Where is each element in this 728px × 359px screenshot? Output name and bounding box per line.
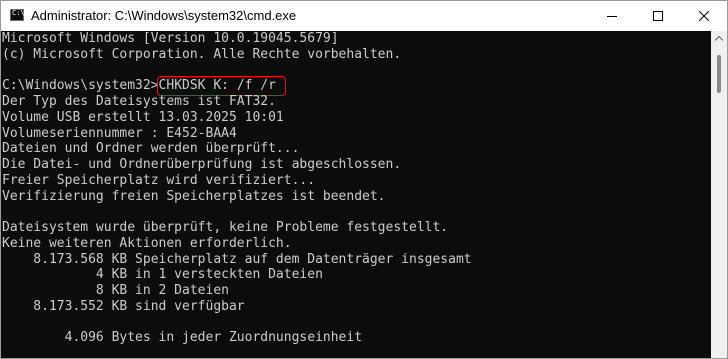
console-line: Dateisystem wurde überprüft, keine Probl… [2,220,449,235]
title-bar[interactable]: C:\ Administrator: C:\Windows\system32\c… [1,1,727,31]
scroll-thumb[interactable] [717,55,721,93]
cmd-icon[interactable]: C:\ [10,9,25,21]
maximize-button[interactable] [635,1,681,31]
highlighted-command: CHKDSK K: /f /r [156,76,286,96]
console-line: 4 KB in 1 versteckten Dateien [2,267,323,283]
console-line: Dateien und Ordner werden überprüft... [2,141,300,157]
console-line: Verifizierung freien Speicherplatzes ist… [2,188,386,204]
close-icon [699,11,709,21]
prompt-text: C:\Windows\system32> [2,78,159,94]
console-line: Volume USB erstellt 13.03.2025 10:01 [2,109,284,125]
command-line: C:\Windows\system32>CHKDSK K: /f /r [2,76,711,96]
window-title: Administrator: C:\Windows\system32\cmd.e… [31,8,297,23]
cmd-window: C:\ Administrator: C:\Windows\system32\c… [0,0,728,359]
console-line: Der Typ des Dateisystems ist FAT32. [2,94,276,109]
minimize-button[interactable] [589,1,635,31]
console-line: 8 KB in 2 Dateien [2,283,229,298]
chevron-up-icon [715,36,723,41]
console-line: Volumeseriennummer : E452-BAA4 [2,125,237,141]
console-line: 8.173.568 KB Speicherplatz auf dem Daten… [2,251,472,267]
console-line: Keine weiteren Aktionen erforderlich. [2,235,292,251]
console-output[interactable]: Microsoft Windows [Version 10.0.19045.56… [1,31,711,358]
vertical-scrollbar[interactable] [711,31,727,358]
minimize-icon [607,16,617,17]
console-line: Die Datei- und Ordnerüberprüfung ist abg… [2,157,402,172]
console-line: 4.096 Bytes in jeder Zuordnungseinheit [2,330,363,346]
console-line: 8.173.552 KB sind verfügbar [2,298,245,314]
close-button[interactable] [681,1,727,31]
console-line: Microsoft Windows [Version 10.0.19045.56… [2,31,339,46]
scroll-up-button[interactable] [711,31,727,47]
console-line: (c) Microsoft Corporation. Alle Rechte v… [2,46,402,62]
console-line: Freier Speicherplatz wird verifiziert... [2,172,316,188]
maximize-icon [653,11,663,21]
